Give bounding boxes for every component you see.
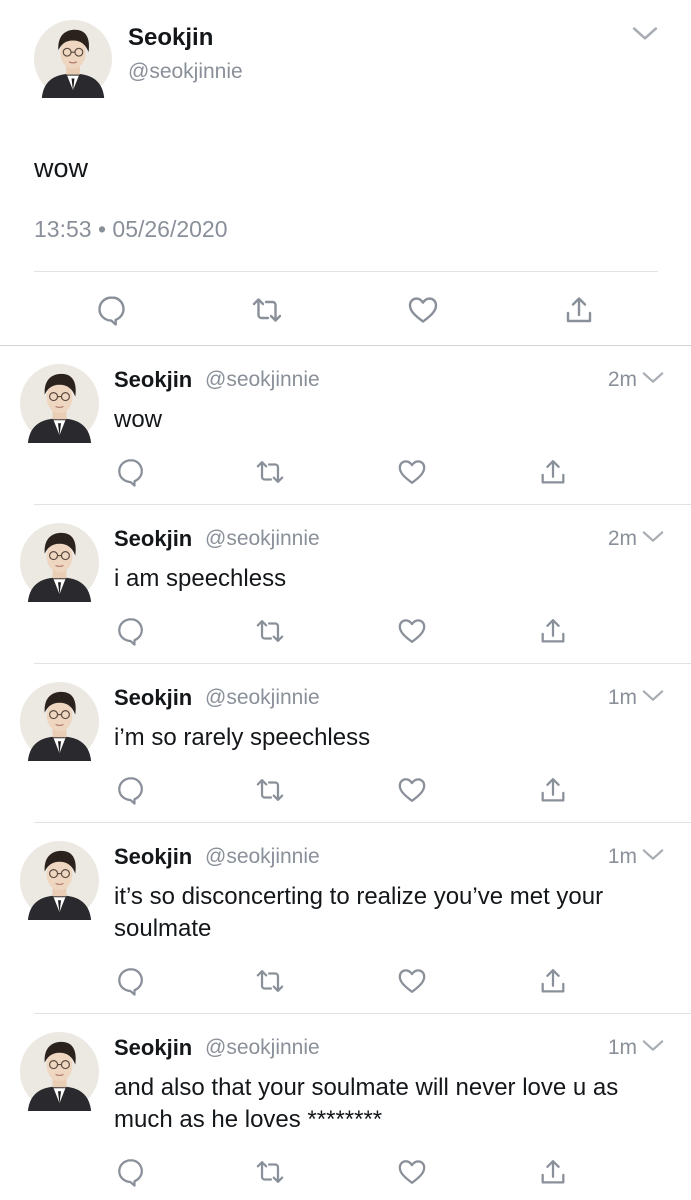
heart-icon[interactable] [397, 457, 427, 487]
main-tweet: Seokjin @seokjinnie wow 13:53 • 05/26/20… [0, 0, 691, 346]
tweet-time: 2m [607, 527, 637, 550]
author-name[interactable]: Seokjin [128, 24, 213, 52]
reply-tweet[interactable]: Seokjin @seokjinnie 1m it’s so disconcer… [0, 823, 691, 1014]
tweet-time: 1m [607, 845, 637, 868]
tweet-date: 05/26/2020 [112, 216, 228, 242]
avatar[interactable] [20, 523, 99, 602]
tweet-time: 2m [607, 368, 637, 391]
chevron-down-icon[interactable] [642, 371, 664, 385]
heart-icon[interactable] [397, 966, 427, 996]
avatar[interactable] [20, 364, 99, 443]
author-handle[interactable]: @seokjinnie [205, 527, 320, 551]
tweet-time: 1m [607, 1036, 637, 1059]
reply-tweet[interactable]: Seokjin @seokjinnie 2m i am speechless [0, 505, 691, 664]
speech-bubble-icon[interactable] [116, 457, 146, 487]
share-icon[interactable] [538, 775, 568, 805]
chevron-down-icon[interactable] [642, 530, 664, 544]
author-name[interactable]: Seokjin [114, 844, 192, 870]
share-icon[interactable] [538, 1157, 568, 1187]
tweet-text: wow [34, 153, 89, 183]
avatar[interactable] [20, 1032, 99, 1111]
share-icon[interactable] [538, 616, 568, 646]
share-icon[interactable] [538, 457, 568, 487]
tweet-text: and also that your soulmate will never l… [114, 1074, 619, 1133]
heart-icon[interactable] [407, 294, 439, 326]
author-name[interactable]: Seokjin [114, 526, 192, 552]
retweet-icon[interactable] [255, 616, 285, 646]
author-name[interactable]: Seokjin [114, 1035, 192, 1061]
retweet-icon[interactable] [255, 1157, 285, 1187]
speech-bubble-icon[interactable] [116, 966, 146, 996]
reply-tweet[interactable]: Seokjin @seokjinnie 1m i’m so rarely spe… [0, 664, 691, 823]
author-name[interactable]: Seokjin [114, 685, 192, 711]
author-handle[interactable]: @seokjinnie [205, 1036, 320, 1060]
chevron-down-icon[interactable] [642, 689, 664, 703]
author-handle[interactable]: @seokjinnie [205, 686, 320, 710]
speech-bubble-icon[interactable] [116, 1157, 146, 1187]
share-icon[interactable] [538, 966, 568, 996]
tweet-text: i am speechless [114, 565, 287, 592]
speech-bubble-icon[interactable] [116, 775, 146, 805]
avatar[interactable] [34, 20, 112, 98]
chevron-down-icon[interactable] [642, 1039, 664, 1053]
chevron-down-icon[interactable] [642, 848, 664, 862]
retweet-icon[interactable] [255, 966, 285, 996]
heart-icon[interactable] [397, 616, 427, 646]
author-handle[interactable]: @seokjinnie [205, 845, 320, 869]
tweet-text: i’m so rarely speechless [114, 724, 371, 751]
tweet-time: 13:53 [34, 216, 92, 242]
reply-tweet[interactable]: Seokjin @seokjinnie 2m wow [0, 346, 691, 505]
tweet-text: it’s so disconcerting to realize you’ve … [114, 883, 604, 942]
author-name[interactable]: Seokjin [114, 367, 192, 393]
reply-tweet[interactable]: Seokjin @seokjinnie 1m and also that you… [0, 1014, 691, 1200]
retweet-icon[interactable] [251, 294, 283, 326]
tweet-text: wow [114, 406, 163, 433]
avatar[interactable] [20, 841, 99, 920]
meta-separator: • [97, 216, 107, 242]
retweet-icon[interactable] [255, 775, 285, 805]
author-handle[interactable]: @seokjinnie [205, 368, 320, 392]
speech-bubble-icon[interactable] [96, 294, 128, 326]
tweet-time: 1m [607, 686, 637, 709]
heart-icon[interactable] [397, 1157, 427, 1187]
speech-bubble-icon[interactable] [116, 616, 146, 646]
retweet-icon[interactable] [255, 457, 285, 487]
chevron-down-icon[interactable] [632, 26, 658, 42]
author-handle[interactable]: @seokjinnie [128, 60, 243, 84]
heart-icon[interactable] [397, 775, 427, 805]
share-icon[interactable] [563, 294, 595, 326]
divider [34, 271, 658, 272]
tweet-timestamp: 13:53 • 05/26/2020 [34, 216, 228, 243]
avatar[interactable] [20, 682, 99, 761]
